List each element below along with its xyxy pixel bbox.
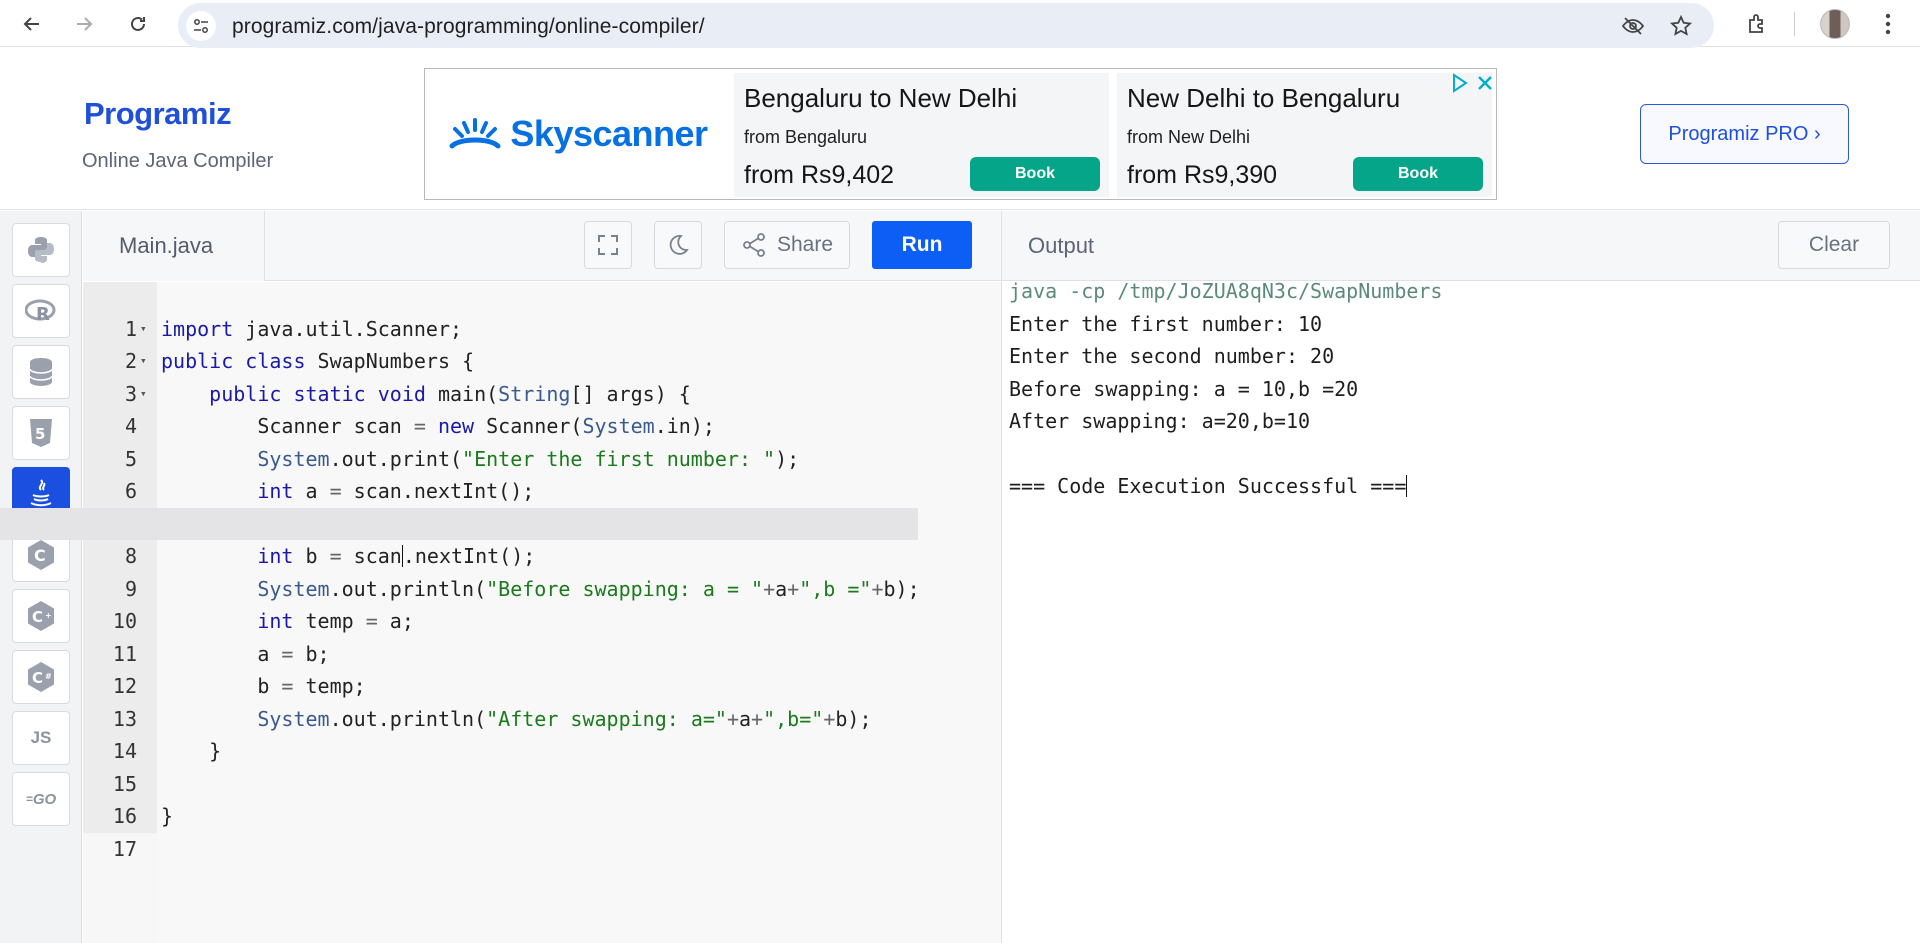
fullscreen-icon[interactable]: [584, 221, 632, 269]
code-line-active[interactable]: 8 int b = scan.nextInt();: [0, 507, 918, 568]
code-line[interactable]: 10 int temp = a;: [0, 573, 918, 633]
ad-price: from Rs9,402: [744, 161, 895, 189]
ad-card[interactable]: Bengaluru to New Delhi from Bengaluru fr…: [734, 73, 1109, 197]
address-bar[interactable]: programiz.com/java-programming/online-co…: [178, 3, 1714, 48]
forward-icon[interactable]: [68, 8, 100, 40]
code-line[interactable]: 11 a = b;: [0, 605, 918, 666]
output-line: Enter the first number: 10: [1009, 311, 1323, 336]
clear-button[interactable]: Clear: [1778, 221, 1890, 269]
browser-toolbar: programiz.com/java-programming/online-co…: [0, 0, 1920, 48]
code-line[interactable]: 16}: [0, 768, 918, 828]
code-line[interactable]: 5 System.out.print("Enter the first numb…: [0, 410, 918, 471]
code-line[interactable]: 13 System.out.println("After swapping: a…: [0, 670, 918, 731]
output-title: Output: [1028, 233, 1095, 258]
code-line[interactable]: 7 System.out.print("Enter the second num…: [0, 475, 918, 536]
output-status-text: === Code Execution Successful ===: [1009, 474, 1407, 498]
code-line[interactable]: 6 int a = scan.nextInt();: [0, 443, 918, 503]
menu-kebab-icon[interactable]: [1872, 8, 1904, 40]
python-icon[interactable]: [12, 223, 70, 277]
output-line: Enter the second number: 20: [1009, 344, 1335, 368]
site-settings-icon[interactable]: [186, 11, 216, 41]
page-subtitle: Online Java Compiler: [82, 150, 274, 172]
output-line: Before swapping: a = 10,b =20: [1009, 376, 1359, 401]
code-line[interactable]: 9 System.out.println("Before swapping: a…: [0, 540, 920, 601]
book-button[interactable]: Book: [970, 157, 1100, 191]
code-line[interactable]: 1 ▾ import java.util.Scanner;: [0, 280, 918, 341]
programiz-logo[interactable]: Programiz: [84, 96, 232, 132]
dark-mode-icon[interactable]: [654, 221, 702, 269]
output-command-line: java -cp /tmp/JoZUA8qN3c/SwapNumbers: [1009, 279, 1443, 303]
programiz-pro-button[interactable]: Programiz PRO ›: [1640, 104, 1849, 164]
share-button[interactable]: Share: [724, 221, 850, 269]
url-text[interactable]: programiz.com/java-programming/online-co…: [232, 15, 705, 39]
output-line: After swapping: a=20,b=10: [1009, 409, 1311, 433]
run-button[interactable]: Run: [872, 221, 972, 269]
skyscanner-wordmark: Skyscanner: [510, 113, 708, 154]
ad-route: New Delhi to Bengaluru: [1127, 83, 1401, 113]
toolbar-divider: [1794, 12, 1795, 36]
profile-avatar[interactable]: [1820, 9, 1850, 39]
code-line[interactable]: 17: [0, 800, 918, 861]
editor-toolbar: Main.java Share Run: [83, 211, 1001, 281]
site-header: Programiz Online Java Compiler Skyscanne…: [0, 48, 1920, 210]
code-line[interactable]: 4 Scanner scan = new Scanner(System.in);: [0, 378, 918, 438]
back-icon[interactable]: [16, 8, 48, 40]
ad-from: from New Delhi: [1127, 127, 1251, 147]
ad-card[interactable]: New Delhi to Bengaluru from New Delhi fr…: [1117, 73, 1492, 197]
ad-price: from Rs9,390: [1127, 161, 1278, 189]
output-console[interactable]: java -cp /tmp/JoZUA8qN3c/SwapNumbers Ent…: [1001, 279, 1920, 943]
share-icon: [743, 233, 765, 257]
ad-route: Bengaluru to New Delhi: [744, 83, 1018, 113]
adchoices-icon[interactable]: [1451, 73, 1493, 98]
extensions-icon[interactable]: [1741, 8, 1773, 40]
sunrise-icon: [449, 118, 501, 149]
code-line[interactable]: 15: [0, 735, 918, 796]
book-button[interactable]: Book: [1353, 157, 1483, 191]
output-toolbar: Output Clear: [1001, 211, 1920, 281]
eye-off-icon[interactable]: [1620, 13, 1646, 39]
code-line[interactable]: 3 ▾ public static void main(String[] args…: [0, 345, 918, 406]
skyscanner-logo[interactable]: Skyscanner: [425, 69, 731, 199]
share-label: Share: [776, 233, 834, 256]
file-tab[interactable]: Main.java: [83, 211, 265, 281]
reload-icon[interactable]: [122, 8, 154, 40]
output-status-line: === Code Execution Successful ===: [1009, 474, 1408, 498]
text-cursor: [1406, 475, 1408, 497]
bookmark-star-icon[interactable]: [1668, 13, 1694, 39]
line-number: 17: [112, 836, 137, 861]
code-line[interactable]: 2 ▾ public class SwapNumbers {: [0, 313, 918, 373]
ad-banner[interactable]: Skyscanner Bengaluru to New Delhi from B…: [424, 68, 1497, 200]
code-line[interactable]: 14 }: [0, 703, 918, 763]
ad-from: from Bengaluru: [744, 127, 868, 147]
code-line[interactable]: 12 b = temp;: [0, 638, 918, 698]
